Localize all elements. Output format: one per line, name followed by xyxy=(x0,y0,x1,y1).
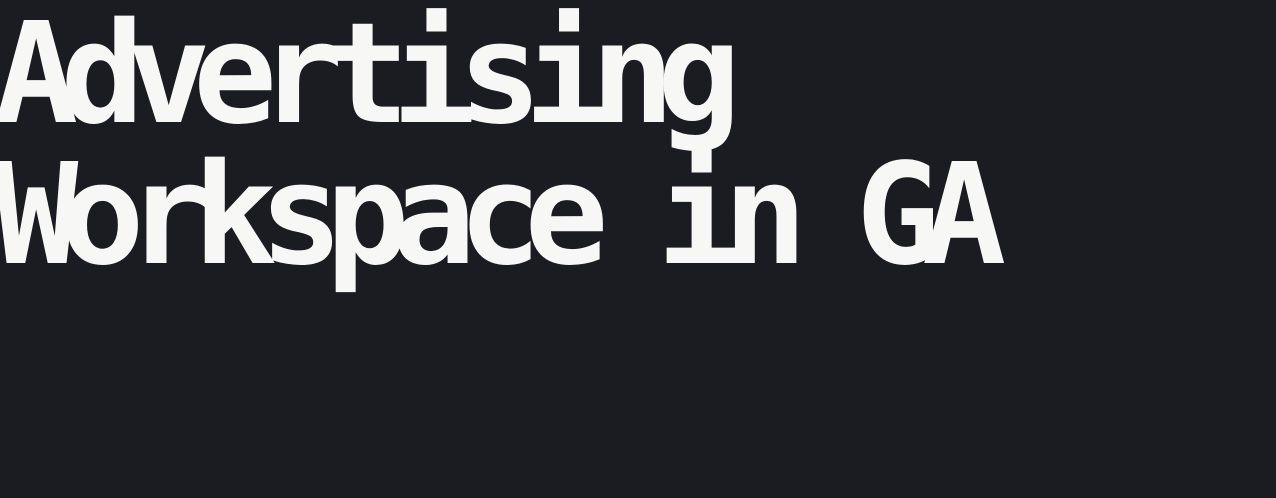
title-line-2: Workspace in GA xyxy=(0,134,1006,297)
page-canvas: Advertising Workspace in GA xyxy=(0,0,1276,498)
title-line-1: Advertising xyxy=(0,0,741,156)
page-title: Advertising Workspace in GA xyxy=(0,0,1006,297)
